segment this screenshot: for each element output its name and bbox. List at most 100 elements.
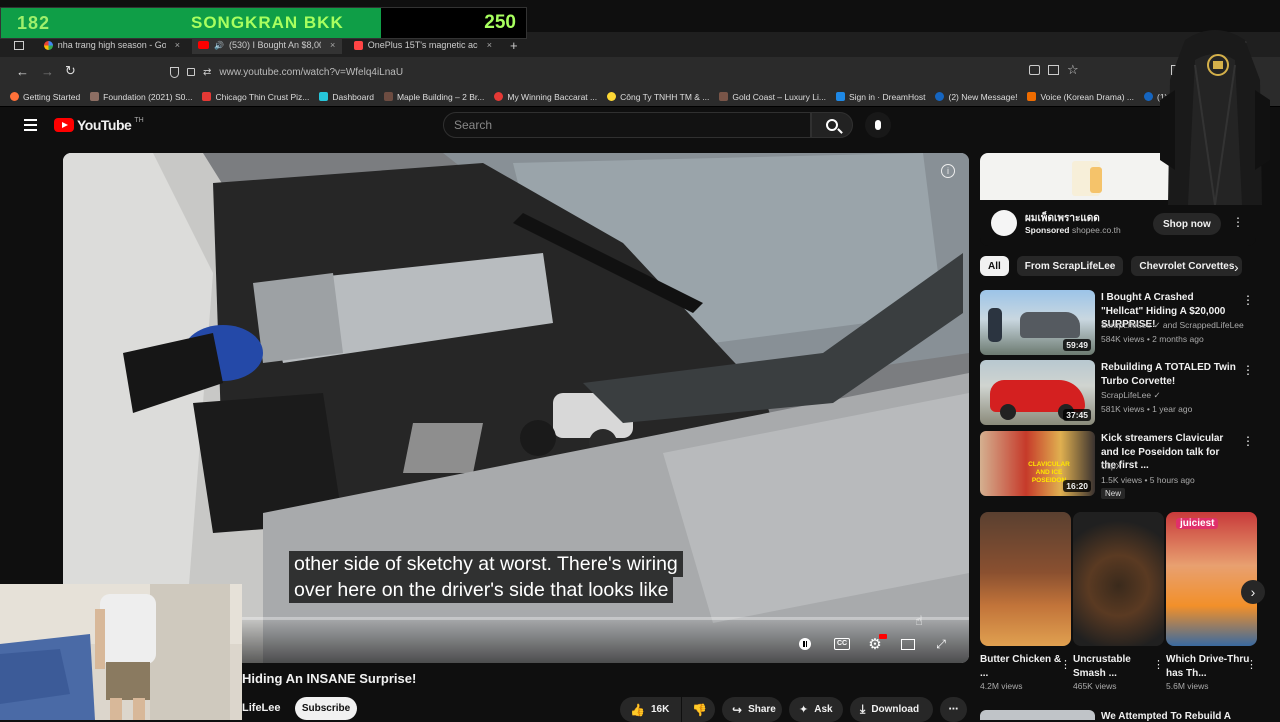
search-button[interactable] xyxy=(811,112,853,138)
bookmark-label: Sign in · DreamHost xyxy=(848,91,926,102)
ask-label: Ask xyxy=(814,704,833,715)
bookmark-favicon xyxy=(1027,92,1037,101)
video-thumbnail[interactable] xyxy=(980,710,1095,720)
tab-list-icon xyxy=(14,40,24,50)
short-item[interactable]: Butter Chicken & ... 4.2M views ⋮ xyxy=(980,512,1071,691)
short-thumbnail[interactable]: juiciest xyxy=(1166,512,1257,646)
gaming-chair-overlay xyxy=(1150,20,1280,206)
fullscreen-button[interactable]: ⤢ xyxy=(931,635,951,653)
chip-all[interactable]: All xyxy=(980,256,1009,276)
video-title: Hiding An INSANE Surprise! xyxy=(242,671,417,686)
short-views: 4.2M views xyxy=(980,681,1023,691)
bookmark-item[interactable]: Voice (Korean Drama) ... xyxy=(1027,92,1134,102)
more-options-icon[interactable]: ⋮ xyxy=(1153,658,1164,671)
download-icon: ⤓ xyxy=(860,702,866,716)
chips-next-icon[interactable]: › xyxy=(1234,259,1239,275)
bookmark-item[interactable]: My Winning Baccarat ... xyxy=(494,92,597,102)
forward-arrow-icon[interactable]: → xyxy=(41,64,54,79)
recommended-video[interactable]: 59:49 I Bought A Crashed "Hellcat" Hidin… xyxy=(980,290,1256,356)
video-thumbnail[interactable]: 37:45 xyxy=(980,360,1095,425)
advertiser-avatar xyxy=(991,210,1017,236)
more-options-icon[interactable]: ⋮ xyxy=(1242,293,1254,307)
thumbs-up-icon: 👍 xyxy=(630,702,645,717)
channel-name[interactable]: ScrapLifeLee ✓ xyxy=(1101,390,1161,401)
back-arrow-icon[interactable]: ← xyxy=(16,64,29,79)
permissions-icon[interactable]: ⇄ xyxy=(203,67,211,78)
youtube-logo[interactable]: YouTube TH xyxy=(54,117,144,133)
dislike-button[interactable]: 👎 xyxy=(682,697,715,722)
video-thumbnail[interactable]: CLAVICULAR AND ICE POSEIDON 16:20 xyxy=(980,431,1095,496)
share-button[interactable]: ↪ Share xyxy=(722,697,782,722)
chip-from-channel[interactable]: From ScrapLifeLee xyxy=(1016,256,1124,276)
bookmark-item[interactable]: (2) New Message! xyxy=(935,92,1017,102)
bookmark-item[interactable]: Công Ty TNHH TM & ... xyxy=(607,92,709,102)
more-options-icon[interactable]: ⋮ xyxy=(1060,658,1071,671)
bookmark-favicon xyxy=(494,92,504,101)
captions-button[interactable]: CC xyxy=(832,635,852,653)
download-label: Download xyxy=(871,704,920,715)
search-input[interactable]: Search xyxy=(443,112,811,138)
short-thumbnail[interactable] xyxy=(980,512,1071,646)
video-title[interactable]: Rebuilding A TOTALED Twin Turbo Corvette… xyxy=(1101,361,1236,388)
google-icon xyxy=(44,40,53,50)
speaker-icon[interactable]: 🔊 xyxy=(214,41,224,50)
info-icon[interactable]: i xyxy=(941,164,955,178)
like-button[interactable]: 👍 16K xyxy=(620,697,681,722)
overlay-right-number: 250 xyxy=(484,12,516,33)
bookmark-item[interactable]: Foundation (2021) S0... xyxy=(90,92,192,102)
share-label: Share xyxy=(748,704,776,715)
video-title[interactable]: We Attempted To Rebuild A xyxy=(1101,711,1231,722)
video-thumbnail[interactable]: 59:49 xyxy=(980,290,1095,355)
bookmark-star-icon[interactable]: ☆ xyxy=(1067,62,1079,78)
bookmark-item[interactable]: Gold Coast – Luxury Li... xyxy=(719,92,826,102)
bookmark-item[interactable]: Sign in · DreamHost xyxy=(835,91,926,102)
youtube-play-icon xyxy=(54,118,74,132)
hd-badge xyxy=(879,634,887,639)
bookmark-item[interactable]: Maple Building – 2 Br... xyxy=(383,91,485,102)
recommended-video[interactable]: CLAVICULAR AND ICE POSEIDON 16:20 Kick s… xyxy=(980,431,1256,499)
reader-view-icon[interactable] xyxy=(1048,65,1059,75)
miniplayer-button[interactable] xyxy=(898,635,918,653)
short-title[interactable]: Uncrustable Smash ... xyxy=(1073,653,1164,681)
short-thumbnail[interactable] xyxy=(1073,512,1164,646)
subscribe-button[interactable]: Subscribe xyxy=(295,697,357,720)
close-tab-icon[interactable]: × xyxy=(175,40,180,50)
short-title[interactable]: Butter Chicken & ... xyxy=(980,653,1071,681)
short-item[interactable]: Uncrustable Smash ... 465K views ⋮ xyxy=(1073,512,1164,691)
address-bar[interactable]: ⇄ www.youtube.com/watch?v=Wfelq4iLnaU xyxy=(160,61,1090,83)
settings-button[interactable]: ⚙ xyxy=(865,634,887,653)
channel-name[interactable]: ClipX xyxy=(1101,461,1121,471)
close-tab-icon[interactable]: × xyxy=(487,40,492,50)
reload-icon[interactable]: ↻ xyxy=(65,63,76,79)
shop-now-button[interactable]: Shop now xyxy=(1153,213,1221,235)
autoplay-toggle[interactable] xyxy=(795,635,815,653)
more-options-icon[interactable]: ⋮ xyxy=(1246,658,1257,671)
ask-button[interactable]: ✦ Ask xyxy=(789,697,843,722)
download-button[interactable]: ⤓ Download xyxy=(850,697,933,722)
screenshot-icon[interactable] xyxy=(1029,65,1040,75)
channel-name[interactable]: LifeLee xyxy=(242,702,281,714)
video-duration: 16:20 xyxy=(1063,480,1091,492)
short-item[interactable]: juiciest Which Drive-Thru has Th... 5.6M… xyxy=(1166,512,1257,691)
more-options-icon[interactable]: ⋮ xyxy=(1242,363,1254,377)
recommended-video[interactable]: 37:45 Rebuilding A TOTALED Twin Turbo Co… xyxy=(980,360,1256,426)
chip-chevrolet-corvettes[interactable]: Chevrolet Corvettes xyxy=(1131,256,1243,276)
close-tab-icon[interactable]: × xyxy=(330,40,335,50)
browser-toolbar: ← → ↻ ⇄ www.youtube.com/watch?v=Wfelq4iL… xyxy=(0,57,1280,87)
bookmark-item[interactable]: Getting Started xyxy=(10,92,80,102)
channel-name[interactable]: ScrapLifeLee ✓ and ScrappedLifeLee xyxy=(1101,320,1244,331)
shorts-next-button[interactable]: › xyxy=(1241,580,1265,604)
bookmark-label: Maple Building – 2 Br... xyxy=(396,91,485,102)
short-title[interactable]: Which Drive-Thru has Th... xyxy=(1166,653,1257,681)
bookmark-item[interactable]: Chicago Thin Crust Piz... xyxy=(202,92,309,102)
sponsored-label: Sponsored xyxy=(1025,225,1070,235)
ad-more-icon[interactable]: ⋮ xyxy=(1232,215,1244,229)
bookmark-item[interactable]: Dashboard xyxy=(319,92,374,102)
url-text[interactable]: www.youtube.com/watch?v=Wfelq4iLnaU xyxy=(219,67,403,78)
voice-search-button[interactable] xyxy=(865,112,891,138)
menu-icon[interactable] xyxy=(24,119,37,131)
ad-domain: shopee.co.th xyxy=(1072,225,1121,235)
more-actions-button[interactable]: ⋯ xyxy=(940,697,967,722)
short-overlay-text: juiciest xyxy=(1176,518,1219,529)
more-options-icon[interactable]: ⋮ xyxy=(1242,434,1254,448)
